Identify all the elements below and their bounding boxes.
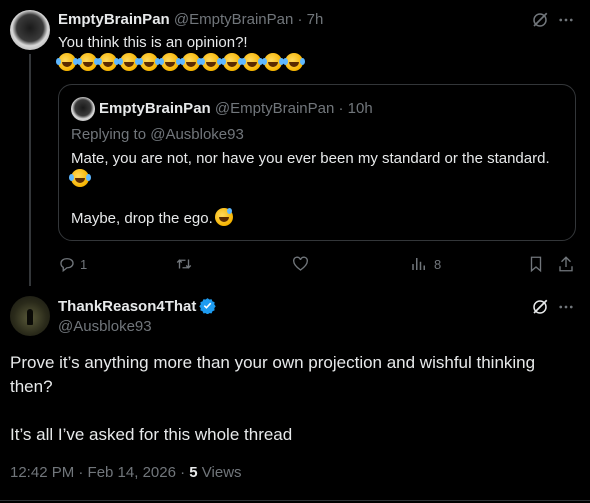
tweet-meta: 12:42 PM · Feb 14, 2026 · 5 Views (10, 463, 242, 483)
avatar-figure (27, 309, 33, 325)
display-name[interactable]: EmptyBrainPan (58, 11, 170, 28)
share-icon (559, 256, 573, 272)
views-label: Views (197, 464, 242, 481)
quoted-header: EmptyBrainPan @EmptyBrainPan · 10h (99, 99, 373, 119)
quoted-text-line2-text: Maybe, drop the ego. (71, 210, 213, 227)
tweet-header: ThankReason4That (58, 297, 217, 317)
tweet-text-line: You think this is an opinion?! (58, 34, 248, 51)
emoji-row (56, 53, 305, 73)
laughing-emoji-icon (158, 53, 179, 71)
handle: @EmptyBrainPan (214, 100, 335, 117)
laughing-emoji-icon (241, 53, 262, 71)
laughing-emoji-icon (138, 53, 159, 71)
timestamp[interactable]: 12:42 PM · Feb 14, 2026 · (10, 464, 189, 481)
quoted-emoji-line (69, 169, 92, 189)
reply-icon (60, 258, 74, 273)
analytics-icon (412, 258, 425, 270)
timestamp[interactable]: · 7h (298, 11, 324, 28)
tweet-text: You think this is an opinion?! (58, 33, 248, 53)
verified-badge-icon[interactable] (199, 297, 217, 314)
share-button[interactable] (557, 254, 575, 274)
heart-icon (293, 256, 308, 271)
handle[interactable]: @EmptyBrainPan (174, 11, 293, 28)
quoted-tweet[interactable]: EmptyBrainPan @EmptyBrainPan · 10h Reply… (58, 84, 576, 241)
more-icon[interactable] (556, 10, 576, 30)
main-tweet-text-line2: It’s all I’ve asked for this whole threa… (10, 425, 293, 444)
retweet-button[interactable] (174, 254, 194, 274)
timestamp: · 10h (338, 100, 373, 117)
main-tweet-text-line1: Prove it’s anything more than your own p… (10, 353, 536, 396)
grok-icon[interactable] (530, 10, 550, 30)
laughing-emoji-icon (97, 53, 118, 71)
thread-line (29, 54, 31, 286)
more-icon[interactable] (556, 297, 576, 317)
quoted-text-line2: Maybe, drop the ego. (71, 208, 235, 229)
views-count: 5 (189, 464, 198, 481)
laughing-emoji-icon (220, 53, 241, 71)
avatar[interactable] (10, 296, 50, 336)
display-name[interactable]: ThankReason4That (58, 298, 196, 315)
avatar[interactable] (10, 10, 50, 50)
laughing-emoji-icon (200, 53, 221, 71)
laughing-emoji-icon (76, 53, 97, 71)
grinning-sweat-emoji-icon (214, 208, 233, 226)
views-button[interactable]: 8 (410, 254, 441, 274)
bookmark-button[interactable] (527, 254, 545, 274)
bookmark-icon (530, 256, 542, 273)
reply-button[interactable]: 1 (58, 254, 87, 274)
laughing-emoji-icon (261, 53, 282, 71)
laughing-emoji-icon (69, 169, 89, 187)
avatar (71, 97, 95, 121)
divider (0, 500, 590, 501)
views-count: 8 (434, 256, 442, 272)
grok-icon[interactable] (530, 297, 550, 317)
action-bar: 1 8 (58, 254, 578, 274)
reply-count: 1 (80, 256, 88, 272)
laughing-emoji-icon (282, 53, 303, 71)
quoted-text-line1: Mate, you are not, nor have you ever bee… (71, 150, 550, 167)
display-name: EmptyBrainPan (99, 100, 211, 117)
laughing-emoji-icon (117, 53, 138, 71)
laughing-emoji-icon (179, 53, 200, 71)
retweet-icon (176, 259, 192, 269)
like-button[interactable] (291, 254, 310, 274)
tweet-header: EmptyBrainPan @EmptyBrainPan · 7h (58, 10, 323, 30)
laughing-emoji-icon (56, 53, 76, 71)
handle[interactable]: @Ausbloke93 (58, 317, 152, 337)
replying-to: Replying to @Ausbloke93 (71, 126, 244, 143)
